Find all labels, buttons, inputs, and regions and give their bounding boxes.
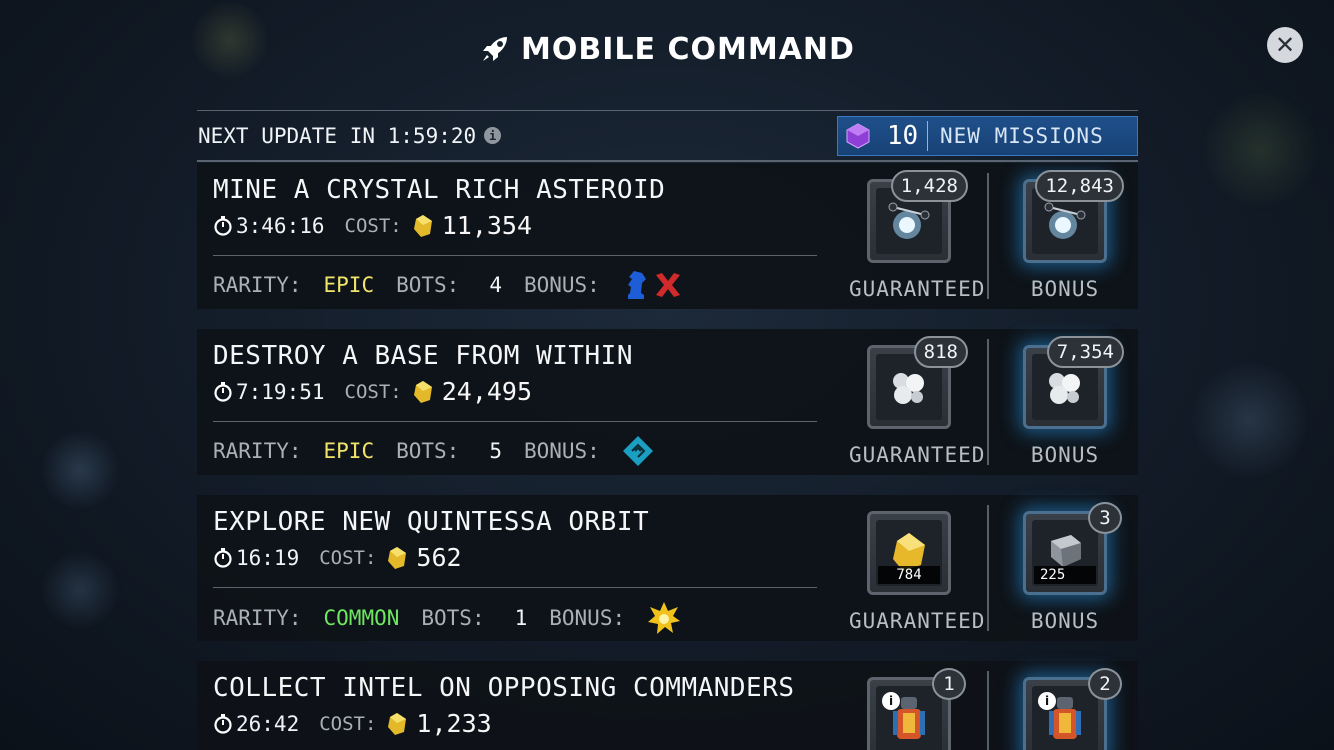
mission-time: 26:42: [236, 711, 300, 736]
close-icon: ✕: [1274, 31, 1296, 59]
cost-label: COST:: [344, 214, 402, 237]
mission-stats: RARITY: COMMON BOTS: 1 BONUS:: [213, 601, 681, 635]
bots-value: 5: [489, 439, 502, 463]
gold-crystal-icon: [413, 214, 432, 237]
guaranteed-label: GUARANTEED: [849, 609, 986, 633]
reward-separator: [987, 173, 989, 299]
mission-cost: 1,233: [416, 709, 492, 738]
timer-icon: [214, 215, 232, 236]
gold-crystal-icon: [413, 380, 432, 403]
mission-meta: 7:19:51 COST: 24,495: [213, 377, 532, 406]
rarity-value: COMMON: [323, 606, 400, 630]
next-update-label: NEXT UPDATE IN 1:59:20: [198, 123, 477, 148]
close-button[interactable]: ✕: [1267, 27, 1303, 63]
guaranteed-reward[interactable]: 818 GUARANTEED: [849, 336, 986, 467]
timer-icon: [214, 713, 232, 734]
page-title: MOBILE COMMAND: [521, 31, 855, 67]
divider: [213, 255, 817, 256]
mission-name: DESTROY A BASE FROM WITHIN: [213, 341, 633, 371]
reward-quantity: 784: [878, 566, 940, 584]
red-cross-icon: [655, 273, 680, 297]
bonus-reward[interactable]: 225 3 BONUS: [1005, 502, 1125, 633]
gold-crystal-icon: [388, 546, 407, 569]
timer-icon: [214, 381, 232, 402]
reward-amount-badge: 1,428: [890, 170, 968, 202]
mission-meta: 26:42 COST: 1,233: [213, 709, 492, 738]
bots-label: BOTS:: [421, 606, 485, 630]
reward-amount-badge: 818: [913, 336, 968, 368]
new-missions-button[interactable]: 10 NEW MISSIONS: [837, 115, 1138, 156]
mission-time: 7:19:51: [236, 379, 325, 404]
guaranteed-reward[interactable]: i 1: [849, 668, 969, 750]
header: MOBILE COMMAND: [0, 26, 1334, 72]
rarity-label: RARITY:: [213, 606, 302, 630]
reward-separator: [987, 505, 989, 631]
guaranteed-label: GUARANTEED: [849, 443, 986, 467]
guaranteed-reward[interactable]: 784 GUARANTEED: [849, 511, 986, 633]
cyan-maze-icon: [622, 436, 653, 466]
reward-separator: [987, 339, 989, 465]
rocket-icon: [483, 37, 508, 61]
rarity-label: RARITY:: [213, 439, 302, 463]
gold-crystal-icon: [388, 712, 407, 735]
mission-stats: RARITY: EPIC BOTS: 4 BONUS:: [213, 269, 684, 301]
bonus-label: BONUS:: [549, 606, 626, 630]
mission-card[interactable]: COLLECT INTEL ON OPPOSING COMMANDERS 26:…: [197, 661, 1138, 750]
bonus-reward-label: BONUS: [1030, 443, 1100, 467]
rarity-value: EPIC: [323, 439, 375, 463]
bots-label: BOTS:: [396, 439, 460, 463]
bots-value: 1: [514, 606, 528, 630]
timer-icon: [214, 547, 232, 568]
bots-label: BOTS:: [396, 273, 460, 297]
mission-cost: 562: [416, 543, 462, 572]
bonus-reward-label: BONUS: [1030, 277, 1100, 301]
mission-meta: 3:46:16 COST: 11,354: [213, 211, 532, 240]
cost-label: COST:: [319, 546, 377, 569]
reward-quantity: 225: [1034, 566, 1096, 584]
new-missions-label: NEW MISSIONS: [940, 123, 1104, 148]
new-missions-count: 10: [878, 120, 928, 151]
info-icon[interactable]: i: [484, 127, 502, 144]
mission-time: 3:46:16: [236, 213, 325, 238]
knight-chess-icon: [627, 271, 646, 299]
mission-card[interactable]: EXPLORE NEW QUINTESSA ORBIT 16:19 COST: …: [197, 495, 1138, 641]
reward-separator: [987, 671, 989, 750]
reward-count-badge: 1: [932, 668, 966, 700]
cost-label: COST:: [344, 380, 402, 403]
mission-card[interactable]: MINE A CRYSTAL RICH ASTEROID 3:46:16 COS…: [197, 163, 1138, 309]
mission-cost: 11,354: [441, 211, 533, 240]
bots-value: 4: [489, 273, 502, 297]
mission-meta: 16:19 COST: 562: [213, 543, 462, 572]
reward-amount-badge: 12,843: [1035, 170, 1124, 202]
reward-count-badge: 2: [1088, 668, 1122, 700]
mission-name: COLLECT INTEL ON OPPOSING COMMANDERS: [213, 673, 795, 703]
mission-stats: RARITY: EPIC BOTS: 5 BONUS:: [213, 435, 654, 467]
guaranteed-label: GUARANTEED: [849, 277, 986, 301]
explosion-icon: [648, 602, 681, 634]
mission-name: EXPLORE NEW QUINTESSA ORBIT: [213, 507, 650, 537]
guaranteed-reward[interactable]: 1,428 GUARANTEED: [849, 170, 986, 301]
next-update-timer: NEXT UPDATE IN 1:59:20 i: [197, 123, 502, 148]
rarity-label: RARITY:: [213, 273, 302, 297]
mission-topbar: NEXT UPDATE IN 1:59:20 i 10 NEW MISSIONS: [197, 110, 1138, 162]
bonus-reward-label: BONUS: [1030, 609, 1100, 633]
mission-name: MINE A CRYSTAL RICH ASTEROID: [213, 175, 666, 205]
bonus-reward[interactable]: 12,843 BONUS: [1005, 170, 1125, 301]
bonus-label: BONUS:: [523, 273, 600, 297]
info-icon[interactable]: i: [882, 692, 900, 710]
mission-time: 16:19: [236, 545, 300, 570]
info-icon[interactable]: i: [1038, 692, 1056, 710]
mission-card[interactable]: DESTROY A BASE FROM WITHIN 7:19:51 COST:…: [197, 329, 1138, 475]
reward-amount-badge: 7,354: [1046, 336, 1124, 368]
bonus-label: BONUS:: [523, 439, 600, 463]
bonus-reward[interactable]: i 2: [1005, 668, 1125, 750]
rarity-value: EPIC: [323, 273, 375, 297]
purple-gem-icon: [846, 122, 870, 149]
reward-count-badge: 3: [1088, 502, 1122, 534]
mission-cost: 24,495: [441, 377, 533, 406]
cost-label: COST:: [319, 712, 377, 735]
divider: [213, 421, 817, 422]
divider: [213, 587, 817, 588]
bonus-reward[interactable]: 7,354 BONUS: [1005, 336, 1125, 467]
